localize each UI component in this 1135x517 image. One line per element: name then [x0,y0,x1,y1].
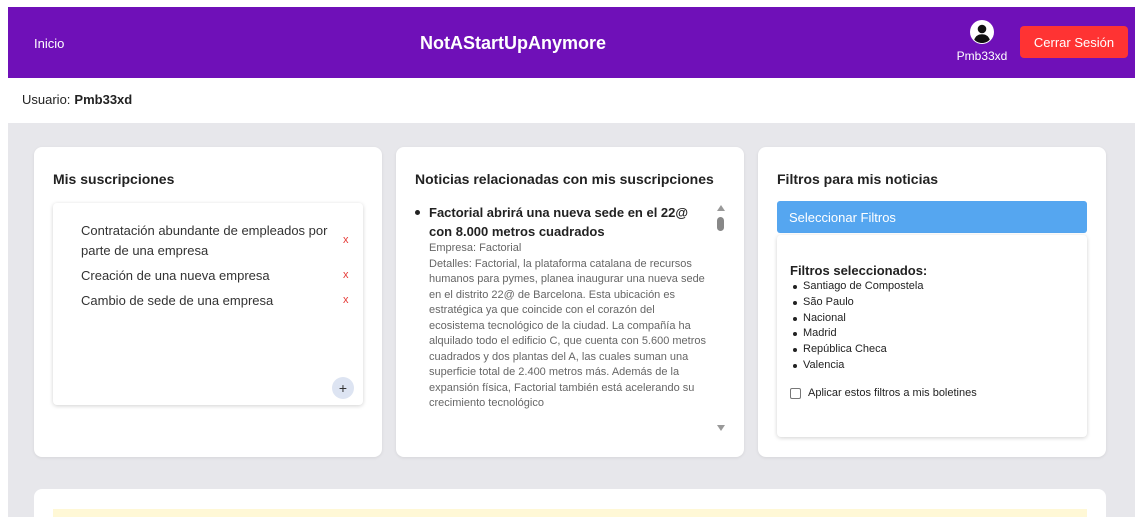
selected-filters-list: Santiago de Compostela São Paulo Naciona… [790,279,1070,374]
news-item-details: Detalles: Factorial, la plataforma catal… [429,257,707,410]
scroll-up-icon[interactable] [717,205,725,211]
news-title: Noticias relacionadas con mis suscripcio… [415,171,714,187]
subscriptions-card: Mis suscripciones Contratación abundante… [34,147,382,457]
news-item-title[interactable]: Factorial abrirá una nueva sede en el 22… [429,203,711,241]
apply-filters-label: Aplicar estos filtros a mis boletines [808,387,977,399]
main-content: Mis suscripciones Contratación abundante… [8,123,1135,517]
logout-button[interactable]: Cerrar Sesión [1020,26,1128,58]
news-scrollbar[interactable] [715,203,727,439]
filter-item: Nacional [790,311,1070,327]
bottom-card [34,489,1106,517]
bullet-icon [415,210,420,215]
remove-x-icon[interactable]: x [343,269,349,281]
nav-home-link[interactable]: Inicio [34,36,64,51]
header-username: Pmb33xd [956,49,1008,63]
add-subscription-button[interactable]: + [332,377,354,399]
remove-x-icon[interactable]: x [343,294,349,306]
selected-filters-title: Filtros seleccionados: [790,263,928,278]
filters-title: Filtros para mis noticias [777,171,939,187]
subscriptions-title: Mis suscripciones [53,171,175,187]
user-line-username: Pmb33xd [74,92,133,107]
apply-filters-option[interactable]: Aplicar estos filtros a mis boletines [790,387,977,399]
select-filters-button[interactable]: Seleccionar Filtros [777,201,1087,233]
filter-item: Valencia [790,358,1070,374]
filters-card: Filtros para mis noticias Seleccionar Fi… [758,147,1106,457]
apply-filters-checkbox[interactable] [790,387,801,399]
user-label: Usuario: [22,92,71,107]
user-circle-icon [970,20,994,44]
filter-item: Madrid [790,326,1070,342]
news-scroll-area[interactable]: Factorial abrirá una nueva sede en el 22… [415,203,730,439]
filter-item: São Paulo [790,295,1070,311]
news-card: Noticias relacionadas con mis suscripcio… [396,147,744,457]
subscriptions-list: Contratación abundante de empleados por … [53,203,363,405]
remove-x-icon[interactable]: x [343,234,349,246]
filter-item: República Checa [790,342,1070,358]
scroll-thumb[interactable] [717,217,724,231]
top-navbar: Inicio NotAStartUpAnymore Pmb33xd Cerrar… [8,7,1135,78]
subscription-item: Contratación abundante de empleados por … [81,223,328,258]
user-menu[interactable]: Pmb33xd [952,20,1012,63]
filters-panel: Filtros seleccionados: Santiago de Compo… [777,235,1087,437]
subscription-item: Cambio de sede de una empresa [81,293,274,308]
user-line: Usuario: Pmb33xd [22,92,132,107]
filter-item: Santiago de Compostela [790,279,1070,295]
brand-title: NotAStartUpAnymore [420,33,607,53]
scroll-down-icon[interactable] [717,425,725,431]
news-item: Factorial abrirá una nueva sede en el 22… [415,203,711,412]
notice-banner [53,509,1087,517]
subscription-item: Creación de una nueva empresa [81,268,270,283]
news-item-company: Empresa: Factorial [429,242,522,254]
